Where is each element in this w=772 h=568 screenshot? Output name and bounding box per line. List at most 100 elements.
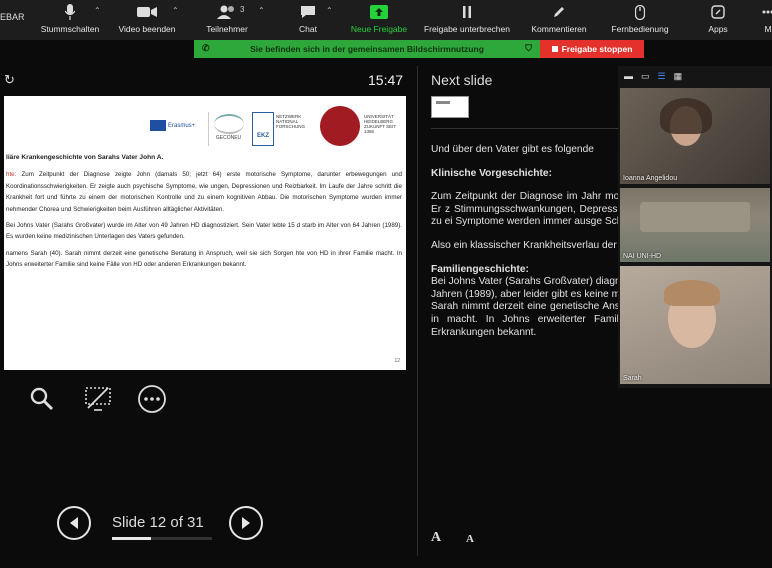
- more-button[interactable]: M: [758, 0, 772, 40]
- erasmus-logo: Erasmus+: [150, 120, 195, 131]
- slide-logo-strip: Erasmus+ GECONEU EKZ NETZWERK NATIONAL F…: [150, 104, 400, 148]
- pencil-icon: [524, 0, 594, 24]
- pause-share-button[interactable]: Freigabe unterbrechen: [414, 0, 520, 40]
- participant-name: Sarah: [623, 375, 642, 382]
- participant-video-tile[interactable]: NAI UNI-HD: [620, 188, 770, 262]
- geconeu-logo: GECONEU: [208, 112, 248, 146]
- microphone-icon: [38, 0, 102, 24]
- black-screen-button[interactable]: [82, 383, 114, 415]
- participant-name: Ioanna Angelidou: [623, 175, 678, 182]
- zoom-slide-button[interactable]: [26, 383, 58, 415]
- apps-icon: [700, 0, 736, 24]
- mute-button[interactable]: Stummschalten: [38, 0, 102, 40]
- toolbar-left-cut-label: EBAR: [0, 12, 25, 22]
- participants-label: Teilnehmer: [206, 24, 248, 34]
- single-view-icon[interactable]: ▭: [641, 71, 650, 82]
- participants-button[interactable]: Teilnehmer: [196, 0, 258, 40]
- slide-heading: liäre Krankengeschichte von Sarahs Vater…: [6, 154, 164, 161]
- increase-font-button[interactable]: A: [431, 530, 441, 546]
- new-share-button[interactable]: Neue Freigabe: [346, 0, 412, 40]
- next-slide-thumbnail[interactable]: [431, 96, 469, 118]
- stop-share-button[interactable]: Freigabe stoppen: [540, 40, 644, 58]
- participant-video-tile[interactable]: Sarah: [620, 266, 770, 384]
- shield-icon: ⛉: [525, 43, 532, 53]
- presenter-clock: 15:47: [368, 72, 404, 88]
- participants-icon: [196, 0, 258, 24]
- gallery-view-icon[interactable]: ▦: [674, 71, 683, 82]
- geconeu-logo-text: GECONEU: [215, 135, 242, 141]
- remote-control-label: Fernbedienung: [611, 24, 669, 34]
- chevron-up-icon[interactable]: ⌃: [94, 6, 101, 15]
- current-slide: Erasmus+ GECONEU EKZ NETZWERK NATIONAL F…: [4, 96, 406, 370]
- chat-icon: [288, 0, 328, 24]
- pause-icon: [414, 0, 520, 24]
- slide-progress-fill: [112, 537, 151, 540]
- network-logo-text: NETZWERK NATIONAL FORSCHUNG: [276, 114, 305, 129]
- strip-view-icon[interactable]: ☰: [658, 71, 666, 82]
- chevron-up-icon[interactable]: ⌃: [172, 6, 179, 15]
- chat-button[interactable]: Chat: [288, 0, 328, 40]
- thumbnail-text-line: [436, 101, 450, 104]
- mute-label: Stummschalten: [40, 24, 100, 34]
- magnifier-icon: [30, 387, 54, 411]
- ekz-logo-text: EKZ: [257, 133, 269, 139]
- chevron-up-icon[interactable]: ⌃: [258, 6, 265, 15]
- zoom-screen-share-window: EBAR Stummschalten ⌃ Video beenden ⌃ Tei…: [0, 0, 772, 568]
- participant-count-badge: 3: [240, 5, 245, 14]
- stop-square-icon: [551, 46, 558, 52]
- slide-progress-bar: [112, 537, 212, 540]
- decrease-font-button[interactable]: A: [466, 533, 474, 545]
- stop-video-label: Video beenden: [118, 24, 176, 34]
- erasmus-logo-text: Erasmus+: [168, 122, 196, 129]
- eu-flag-icon: [150, 120, 166, 131]
- slide-paragraph-clinical: hte: Zum Zeitpunkt der Diagnose zeigte J…: [6, 169, 402, 215]
- chevron-up-icon[interactable]: ⌃: [326, 6, 333, 15]
- slide-paragraph-clinical-text: Zum Zeitpunkt der Diagnose zeigte John (…: [6, 171, 402, 213]
- slide-page-number: 12: [394, 358, 400, 364]
- previous-slide-button[interactable]: [57, 506, 91, 540]
- university-seal-icon: [320, 106, 360, 146]
- panel-divider[interactable]: [417, 66, 418, 556]
- meeting-toolbar: EBAR Stummschalten ⌃ Video beenden ⌃ Tei…: [0, 0, 772, 40]
- reset-timer-icon[interactable]: ↻: [4, 72, 15, 88]
- sharing-status-banner: ✆ Sie befinden sich in der gemeinsamen B…: [194, 40, 540, 58]
- sharing-status-text: Sie befinden sich in der gemeinsamen Bil…: [250, 44, 484, 54]
- screen-off-icon: [85, 387, 111, 411]
- apps-button[interactable]: Apps: [700, 0, 736, 40]
- more-options-button[interactable]: [136, 383, 168, 415]
- minimize-icon[interactable]: ▬: [624, 71, 633, 81]
- slide-counter: Slide 12 of 31: [112, 514, 204, 531]
- mouse-icon: [604, 0, 676, 24]
- ellipsis-circle-icon: [138, 385, 166, 413]
- slide-body: liäre Krankengeschichte von Sarahs Vater…: [6, 152, 402, 276]
- annotate-button[interactable]: Kommentieren: [524, 0, 594, 40]
- remote-control-button[interactable]: Fernbedienung: [604, 0, 676, 40]
- participant-hair: [664, 280, 720, 306]
- pause-share-label: Freigabe unterbrechen: [423, 24, 510, 34]
- wave-icon: [213, 114, 244, 134]
- participant-hair: [660, 98, 712, 134]
- university-logo-text: UNIVERSITÄT HEIDELBERG ZUKUNFT SEIT 1386: [364, 114, 397, 134]
- more-icon: [758, 0, 772, 24]
- video-panel-header: ▬ ▭ ☰ ▦: [618, 66, 772, 86]
- annotate-label: Kommentieren: [531, 24, 587, 34]
- video-panel: ▬ ▭ ☰ ▦ Ioanna Angelidou NAI UNI-HD Sara…: [618, 66, 772, 388]
- chat-label: Chat: [299, 24, 317, 34]
- ekz-logo: EKZ: [252, 112, 274, 146]
- more-label: M: [764, 24, 772, 34]
- stop-share-label: Freigabe stoppen: [561, 44, 633, 54]
- apps-label: Apps: [708, 24, 728, 34]
- next-slide-title: Next slide: [431, 72, 493, 88]
- participant-video-tile[interactable]: Ioanna Angelidou: [620, 88, 770, 184]
- arrow-left-icon: [70, 517, 78, 529]
- slide-label-red: hte:: [6, 171, 17, 179]
- room-background: [640, 202, 750, 232]
- phone-icon: ✆: [202, 43, 210, 53]
- slide-paragraph-family: Bei Johns Vater (Sarahs Großvater) wurde…: [6, 222, 402, 241]
- share-screen-icon: [346, 0, 412, 24]
- next-slide-button[interactable]: [229, 506, 263, 540]
- new-share-label: Neue Freigabe: [350, 24, 408, 34]
- arrow-right-icon: [242, 517, 250, 529]
- slide-paragraph-daughter: namens Sarah (40). Sarah nimmt derzeit e…: [6, 249, 402, 269]
- participant-name: NAI UNI-HD: [623, 253, 662, 260]
